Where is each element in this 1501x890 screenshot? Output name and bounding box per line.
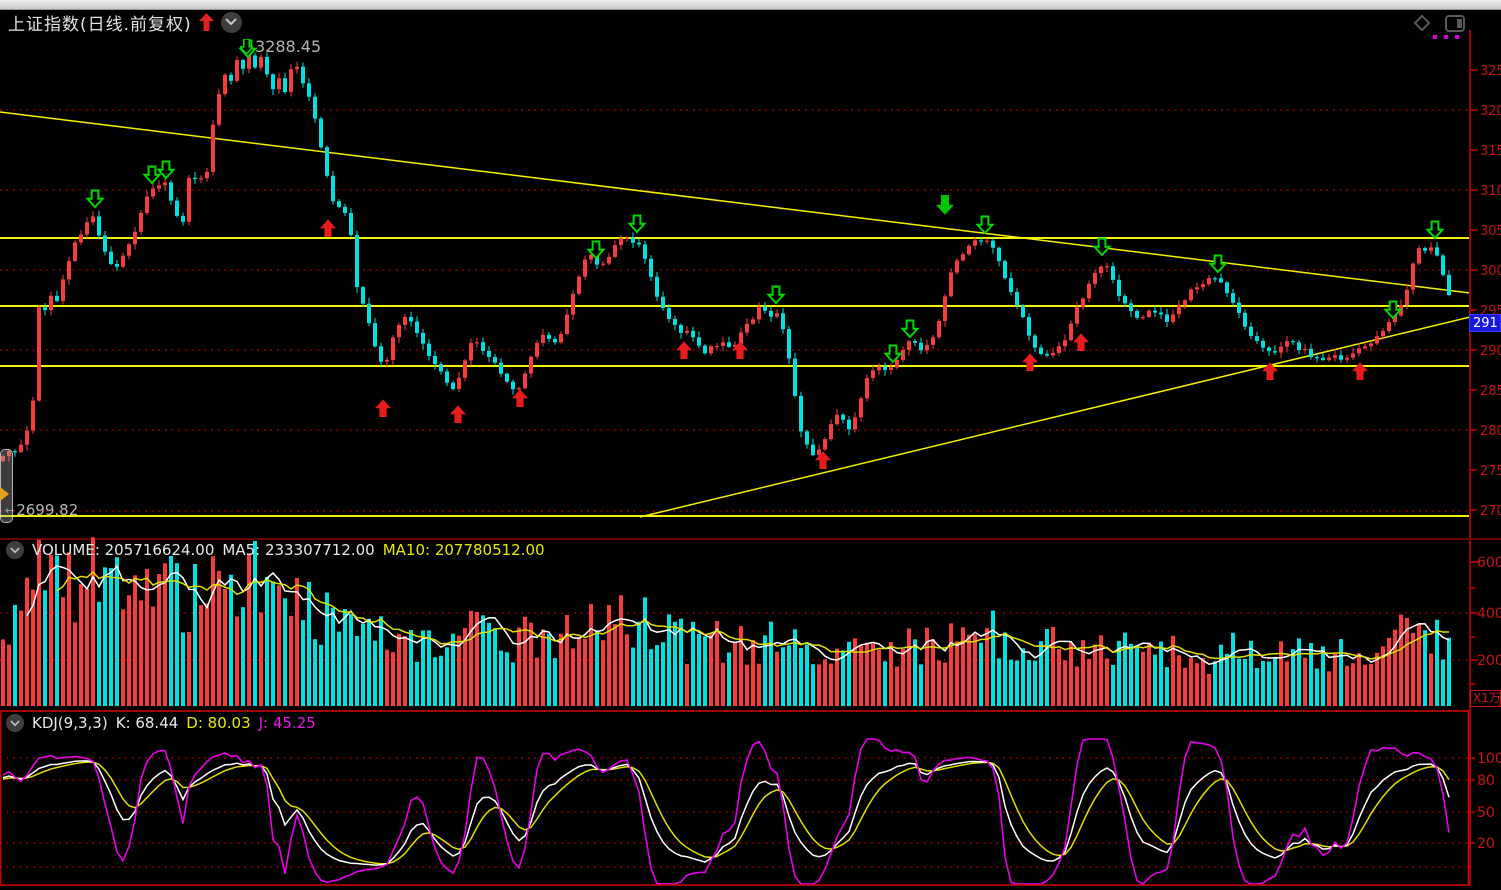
svg-text:2750: 2750 bbox=[1480, 464, 1501, 479]
peak-price-label: 3288.45 bbox=[240, 37, 321, 56]
svg-text:600: 600 bbox=[1477, 555, 1501, 571]
low-price-label: ←2699.82 bbox=[5, 501, 78, 519]
svg-text:3000: 3000 bbox=[1480, 264, 1501, 279]
svg-text:3200: 3200 bbox=[1480, 104, 1501, 119]
volume-value: VOLUME: 205716624.00 bbox=[32, 541, 214, 559]
svg-text:100: 100 bbox=[1477, 751, 1501, 767]
volume-axis-multiplier: X1万 bbox=[1470, 690, 1501, 707]
svg-text:2700: 2700 bbox=[1480, 504, 1501, 519]
svg-text:3250: 3250 bbox=[1480, 64, 1501, 79]
collapse-price-pane-button[interactable] bbox=[221, 12, 242, 33]
page-title: 上证指数(日线.前复权) bbox=[8, 10, 192, 35]
kdj-k-value: K: 68.44 bbox=[116, 714, 179, 732]
svg-text:2850: 2850 bbox=[1480, 384, 1501, 399]
volume-ma10: MA10: 207780512.00 bbox=[383, 541, 545, 559]
trend-up-icon bbox=[199, 13, 214, 31]
svg-text:3050: 3050 bbox=[1480, 224, 1501, 239]
sell-arrow-icon bbox=[240, 39, 253, 54]
window-controls bbox=[1412, 13, 1465, 33]
left-scroll-thumb[interactable] bbox=[0, 449, 13, 523]
last-price-badge: 291 bbox=[1469, 314, 1501, 332]
chart-canvas[interactable]: 3250320031503100305030002950290028502800… bbox=[0, 0, 1501, 890]
svg-text:400: 400 bbox=[1477, 606, 1501, 622]
ellipsis-dots-icon bbox=[1433, 35, 1459, 39]
kdj-d-value: D: 80.03 bbox=[186, 714, 250, 732]
kdj-pane-header: KDJ(9,3,3) K: 68.44 D: 80.03 J: 45.25 bbox=[6, 714, 316, 732]
svg-text:3100: 3100 bbox=[1480, 184, 1501, 199]
trading-app-window: { "title_bar": { "title": "上证指数(日线.前复权)"… bbox=[0, 0, 1501, 890]
svg-text:3150: 3150 bbox=[1480, 144, 1501, 159]
collapse-volume-pane-button[interactable] bbox=[6, 541, 24, 559]
svg-text:200: 200 bbox=[1477, 653, 1501, 669]
left-edge-marker-icon bbox=[0, 487, 9, 501]
diamond-icon[interactable] bbox=[1412, 13, 1432, 33]
collapse-kdj-pane-button[interactable] bbox=[6, 714, 24, 732]
volume-pane-header: VOLUME: 205716624.00 MA5: 233307712.00 M… bbox=[6, 541, 545, 559]
volume-ma5: MA5: 233307712.00 bbox=[222, 541, 374, 559]
svg-text:2900: 2900 bbox=[1480, 344, 1501, 359]
title-bar: 上证指数(日线.前复权) bbox=[8, 11, 242, 33]
panel-layout-icon[interactable] bbox=[1445, 15, 1465, 32]
svg-text:50: 50 bbox=[1477, 805, 1495, 821]
svg-text:80: 80 bbox=[1477, 773, 1495, 789]
svg-text:20: 20 bbox=[1477, 836, 1495, 852]
kdj-name: KDJ(9,3,3) bbox=[32, 714, 108, 732]
svg-text:2800: 2800 bbox=[1480, 424, 1501, 439]
kdj-j-value: J: 45.25 bbox=[259, 714, 316, 732]
